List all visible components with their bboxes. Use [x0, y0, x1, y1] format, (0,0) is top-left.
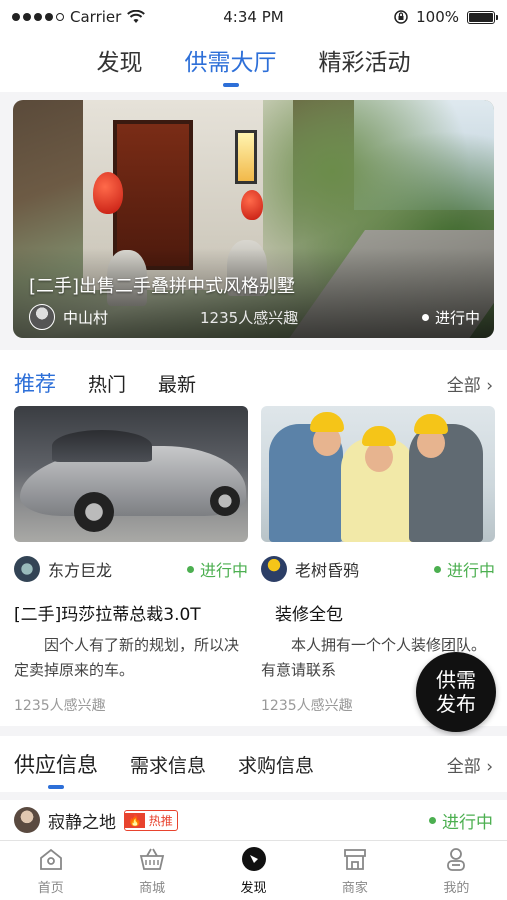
tabbar-home-label: 首页 [37, 881, 64, 896]
signal-area: Carrier [12, 8, 192, 26]
card-title: 装修全包 [275, 605, 343, 625]
clock: 4:34 PM [223, 8, 284, 26]
status-dot-icon [421, 313, 429, 321]
hero-status: 进行中 [421, 307, 480, 328]
tab-supply-demand-hall[interactable]: 供需大厅 [185, 43, 277, 83]
lantern-left [93, 172, 123, 214]
orientation-lock-icon [394, 10, 408, 24]
hero-status-label: 进行中 [434, 308, 480, 327]
tab-purchase-info[interactable]: 求购信息 [238, 751, 314, 778]
tab-discover[interactable]: 发现 [97, 43, 143, 83]
card-title: [二手]玛莎拉蒂总裁3.0T [14, 605, 201, 625]
card-status: 进行中 [186, 557, 248, 581]
fire-icon: 🔥 [125, 812, 145, 828]
fab-line1: 供需 [436, 668, 476, 692]
status-dot-icon [429, 816, 436, 824]
hero-meta: 中山村 1235人感兴趣 进行中 [29, 304, 480, 330]
card-status-label: 进行中 [199, 561, 248, 580]
status-bar: Carrier 4:34 PM 100% [0, 0, 507, 34]
chevron-right-icon: › [486, 375, 493, 396]
card-user-row: 东方巨龙 进行中 [14, 556, 248, 582]
helmet-icon [310, 412, 344, 432]
helmet-icon [414, 414, 448, 434]
card-user-name: 老树昏鸦 [295, 561, 360, 580]
tab-supply-info[interactable]: 供应信息 [14, 749, 98, 779]
home-icon [39, 848, 62, 870]
card-user-name: 东方巨龙 [48, 561, 113, 580]
workers-image [261, 406, 495, 542]
tab-activities[interactable]: 精彩活动 [319, 43, 411, 83]
tabbar-mine-label: 我的 [443, 881, 470, 896]
status-dot-icon [433, 565, 441, 573]
recommend-tabs: 推荐 热门 最新 全部 › [14, 368, 493, 398]
hot-badge: 🔥 热推 [124, 809, 178, 831]
publish-supply-demand-button[interactable]: 供需 发布 [416, 652, 496, 732]
profile-icon [447, 848, 466, 871]
wifi-icon [127, 10, 146, 23]
car-image [14, 406, 248, 542]
status-dot-icon [186, 565, 194, 573]
post-user-name: 寂静之地 [48, 812, 116, 833]
compass-icon [241, 847, 266, 871]
tabbar-mall-label: 商城 [139, 881, 166, 896]
avatar [14, 807, 40, 833]
basket-icon [139, 848, 165, 870]
card-user-row: 老树昏鸦 进行中 [261, 556, 495, 582]
carrier-label: Carrier [70, 8, 122, 26]
list-item[interactable]: 寂静之地 🔥 热推 进行中 [0, 800, 507, 840]
fab-line2: 发布 [436, 692, 476, 716]
recommend-card-car[interactable]: 东方巨龙 进行中 [二手]玛莎拉蒂总裁3.0T 因个人有了新的规划，所以决定卖掉… [14, 406, 248, 715]
hot-badge-label: 热推 [148, 813, 173, 828]
recommend-all-link[interactable]: 全部 › [447, 371, 493, 396]
battery-percent: 100% [416, 8, 459, 26]
tabbar-mine[interactable]: 我的 [406, 841, 507, 900]
helmet-icon [362, 426, 396, 446]
tab-hot[interactable]: 热门 [88, 370, 126, 397]
tabbar-discover-label: 发现 [240, 881, 267, 896]
chevron-right-icon: › [486, 756, 493, 777]
card-status: 进行中 [433, 557, 495, 581]
card-description: 因个人有了新的规划，所以决定卖掉原来的车。 [14, 636, 240, 679]
hero-banner[interactable]: [二手]出售二手叠拼中式风格别墅 中山村 1235人感兴趣 进行中 [13, 100, 494, 338]
tab-latest[interactable]: 最新 [158, 370, 196, 397]
tab-demand-info[interactable]: 需求信息 [130, 751, 206, 778]
car-glass [52, 430, 152, 462]
post-status-label: 进行中 [442, 812, 493, 833]
tabbar-mall[interactable]: 商城 [101, 841, 202, 900]
car-wheel-rear [210, 486, 240, 516]
supply-all-label: 全部 [446, 756, 481, 777]
recommend-all-label: 全部 [446, 375, 481, 396]
worker-face-middle [365, 442, 393, 472]
car-wheel-front [74, 492, 114, 532]
card-interest: 1235人感兴趣 [14, 698, 106, 714]
supply-tabs: 供应信息 需求信息 求购信息 全部 › [0, 736, 507, 792]
hero-user: 中山村 [63, 308, 109, 327]
battery-icon [467, 10, 498, 24]
post-status: 进行中 [429, 808, 493, 833]
signal-icon [12, 13, 64, 21]
avatar [14, 556, 40, 582]
hero-lamp [235, 130, 257, 184]
avatar [261, 556, 287, 582]
bottom-tab-bar: 首页 商城 发现 商家 我的 [0, 840, 507, 900]
supply-all-link[interactable]: 全部 › [447, 752, 493, 777]
tabbar-merchant[interactable]: 商家 [304, 841, 405, 900]
tab-recommend[interactable]: 推荐 [14, 368, 56, 398]
lantern-right [241, 190, 263, 220]
tabbar-merchant-label: 商家 [341, 881, 368, 896]
hero-interest: 1235人感兴趣 [200, 308, 299, 327]
top-tabs: 发现 供需大厅 精彩活动 [0, 34, 507, 92]
tabbar-discover[interactable]: 发现 [203, 841, 304, 900]
battery-area: 100% [315, 8, 498, 26]
tabbar-home[interactable]: 首页 [0, 841, 101, 900]
avatar [29, 304, 55, 330]
card-status-label: 进行中 [446, 561, 495, 580]
hero-title: [二手]出售二手叠拼中式风格别墅 [29, 276, 296, 297]
store-icon [344, 849, 366, 870]
